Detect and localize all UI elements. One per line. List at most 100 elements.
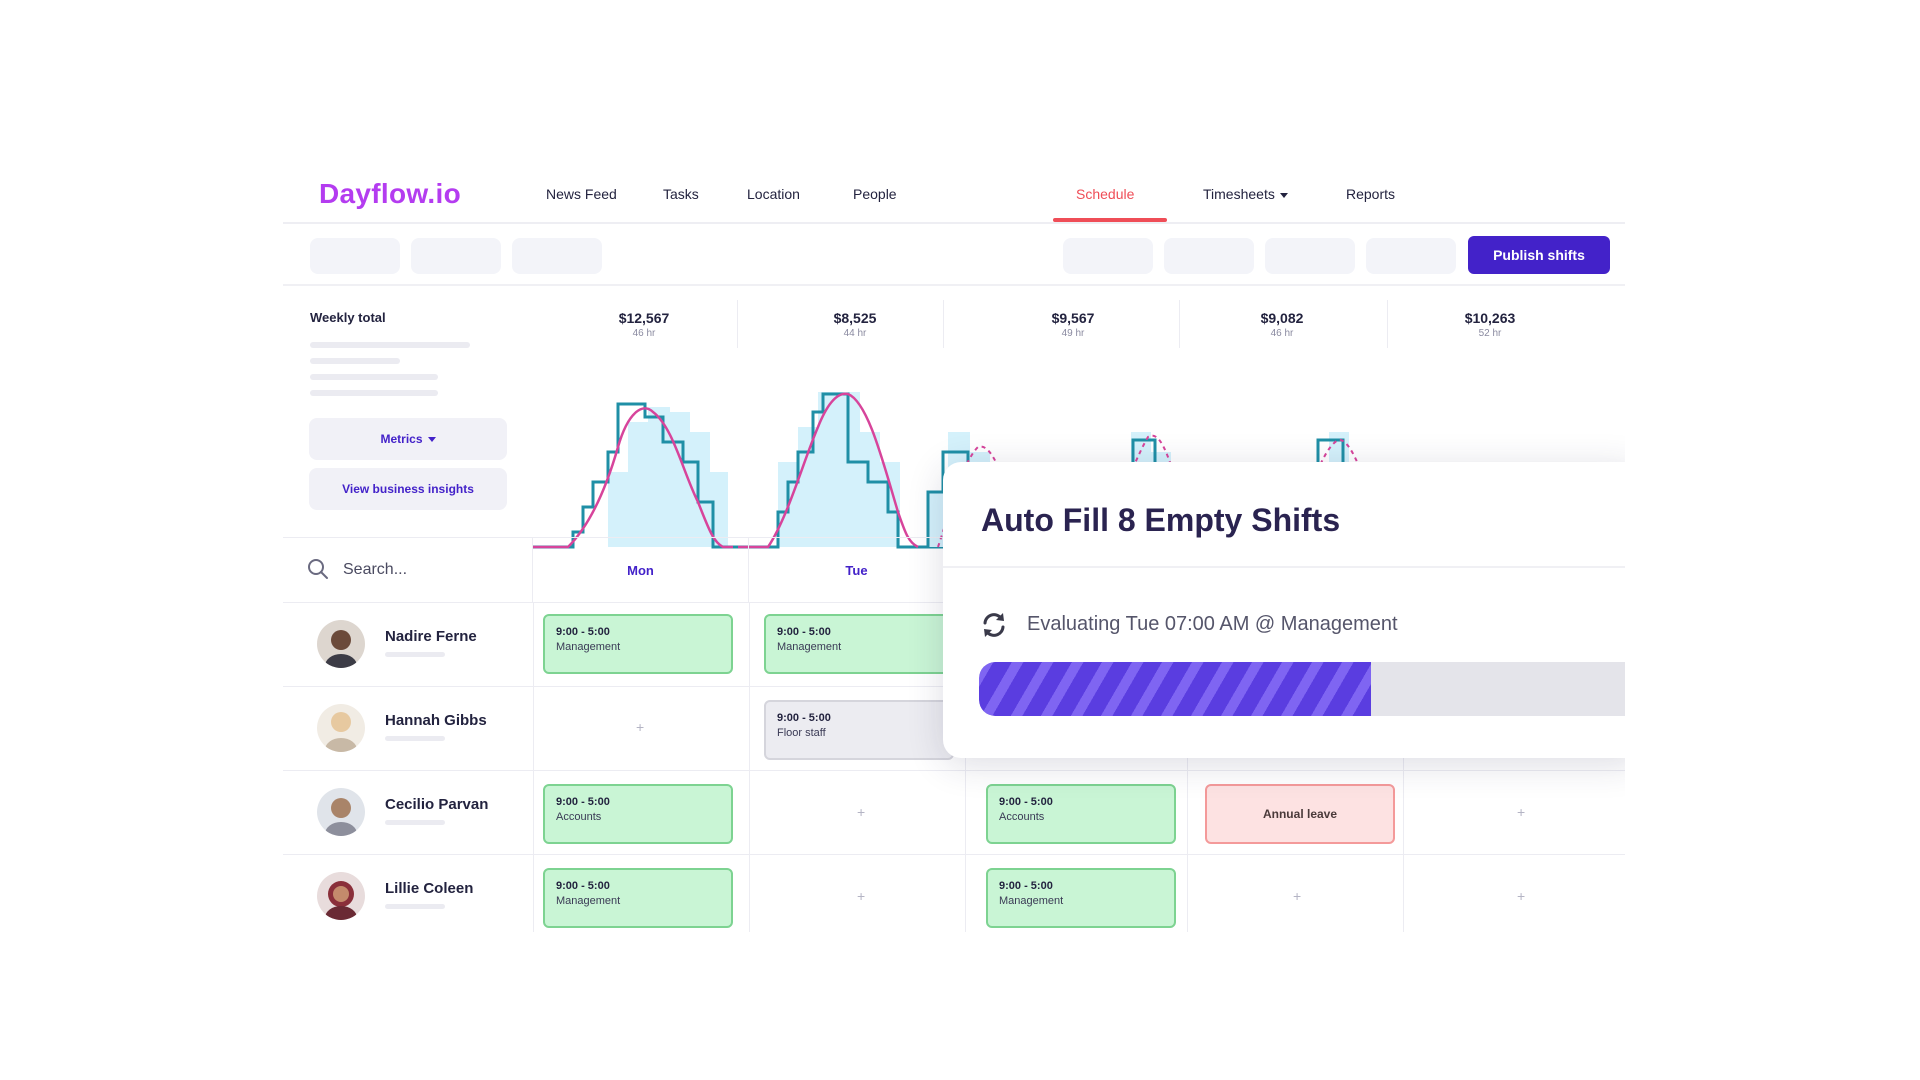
- employee-name: Lillie Coleen: [385, 880, 474, 897]
- app-logo[interactable]: Dayflow.io: [319, 178, 461, 210]
- placeholder-line: [310, 358, 400, 364]
- demand-bar: [840, 392, 860, 547]
- nav-people[interactable]: People: [853, 186, 897, 202]
- employee-name: Nadire Ferne: [385, 628, 477, 645]
- toolbar-button-6[interactable]: [1265, 238, 1355, 274]
- toolbar: Publish shifts: [283, 224, 1625, 286]
- day-hours: 46 hr: [632, 328, 656, 339]
- shift-card[interactable]: 9:00 - 5:00 Management: [986, 868, 1176, 928]
- nav-location[interactable]: Location: [747, 186, 800, 202]
- nav-schedule[interactable]: Schedule: [1076, 186, 1134, 202]
- chevron-down-icon: [1279, 192, 1288, 198]
- toolbar-button-1[interactable]: [310, 238, 400, 274]
- search-icon: [308, 559, 328, 579]
- day-hours: 44 hr: [843, 328, 867, 339]
- day-amount: $9,082: [1260, 310, 1304, 326]
- shift-role: Accounts: [556, 811, 602, 823]
- employee-row[interactable]: Hannah Gibbs: [283, 686, 533, 770]
- demand-bar: [798, 427, 818, 547]
- day-hours: 49 hr: [1061, 328, 1085, 339]
- placeholder-line: [385, 652, 445, 657]
- auto-fill-modal: Auto Fill 8 Empty Shifts Evaluating Tue …: [943, 462, 1625, 758]
- employee-row[interactable]: Cecilio Parvan: [283, 770, 533, 854]
- avatar: [317, 872, 365, 920]
- shift-role: Floor staff: [777, 727, 826, 739]
- day-stat-mon: $12,567 46 hr: [574, 310, 714, 339]
- shift-time: 9:00 - 5:00: [556, 626, 610, 638]
- toolbar-button-4[interactable]: [1063, 238, 1153, 274]
- plus-icon[interactable]: +: [636, 719, 644, 735]
- plus-icon[interactable]: +: [857, 804, 865, 820]
- shift-time: 9:00 - 5:00: [556, 880, 610, 892]
- divider: [737, 300, 738, 348]
- shift-card[interactable]: 9:00 - 5:00 Floor staff: [764, 700, 954, 760]
- demand-bar: [608, 472, 628, 547]
- shift-card[interactable]: 9:00 - 5:00 Management: [543, 868, 733, 928]
- day-stat-thu: $9,082 46 hr: [1212, 310, 1352, 339]
- shift-role: Management: [999, 895, 1064, 907]
- nav-timesheets-label: Timesheets: [1203, 186, 1275, 202]
- shift-card[interactable]: 9:00 - 5:00 Management: [764, 614, 954, 674]
- avatar: [317, 788, 365, 836]
- publish-shifts-button[interactable]: Publish shifts: [1468, 236, 1610, 274]
- shift-role: Accounts: [999, 811, 1045, 823]
- modal-title: Auto Fill 8 Empty Shifts: [981, 502, 1341, 538]
- placeholder-line: [385, 736, 445, 741]
- shift-time: 9:00 - 5:00: [556, 796, 610, 808]
- day-header-mon[interactable]: Mon: [533, 538, 749, 602]
- sync-icon: [983, 613, 1005, 637]
- toolbar-button-2[interactable]: [411, 238, 501, 274]
- toolbar-button-7[interactable]: [1366, 238, 1456, 274]
- mon-curve: [533, 402, 733, 549]
- day-stat-fri: $10,263 52 hr: [1420, 310, 1560, 339]
- divider: [943, 566, 1625, 568]
- shift-card[interactable]: 9:00 - 5:00 Management: [543, 614, 733, 674]
- nav-tasks[interactable]: Tasks: [663, 186, 699, 202]
- toolbar-button-3[interactable]: [512, 238, 602, 274]
- shift-card[interactable]: 9:00 - 5:00 Accounts: [543, 784, 733, 844]
- plus-icon[interactable]: +: [1517, 888, 1525, 904]
- divider: [943, 300, 944, 348]
- toolbar-button-5[interactable]: [1164, 238, 1254, 274]
- placeholder-line: [310, 390, 438, 396]
- top-navigation: Dayflow.io News Feed Tasks Location Peop…: [283, 162, 1625, 224]
- plus-icon[interactable]: +: [1517, 804, 1525, 820]
- grid-divider: [749, 602, 750, 932]
- day-stat-tue: $8,525 44 hr: [785, 310, 925, 339]
- day-header-tue[interactable]: Tue: [749, 538, 965, 602]
- shift-role: Management: [556, 895, 621, 907]
- view-insights-button[interactable]: View business insights: [309, 468, 507, 510]
- employee-row[interactable]: Nadire Ferne: [283, 602, 533, 686]
- day-amount: $9,567: [1051, 310, 1095, 326]
- plus-icon[interactable]: +: [857, 888, 865, 904]
- nav-reports[interactable]: Reports: [1346, 186, 1395, 202]
- annual-leave-card[interactable]: Annual leave: [1205, 784, 1395, 844]
- employee-row[interactable]: Lillie Coleen: [283, 854, 533, 932]
- avatar: [317, 704, 365, 752]
- shift-time: 9:00 - 5:00: [777, 712, 831, 724]
- plus-icon[interactable]: +: [1293, 888, 1301, 904]
- divider: [1387, 300, 1388, 348]
- day-hours: 52 hr: [1478, 328, 1502, 339]
- avatar: [317, 620, 365, 668]
- scheduler-app: Dayflow.io News Feed Tasks Location Peop…: [283, 162, 1625, 932]
- nav-news-feed[interactable]: News Feed: [546, 186, 617, 202]
- tue-curve: [733, 392, 943, 549]
- search-input[interactable]: [343, 558, 513, 582]
- demand-bar: [860, 432, 880, 547]
- search-area: [283, 538, 533, 602]
- evaluation-status: Evaluating Tue 07:00 AM @ Management: [1027, 613, 1398, 635]
- shift-time: 9:00 - 5:00: [999, 796, 1053, 808]
- day-stat-wed: $9,567 49 hr: [1003, 310, 1143, 339]
- day-amount: $8,525: [833, 310, 877, 326]
- metrics-button-label: Metrics: [380, 432, 423, 446]
- nav-timesheets[interactable]: Timesheets: [1203, 186, 1288, 202]
- shift-card[interactable]: 9:00 - 5:00 Accounts: [986, 784, 1176, 844]
- shift-time: 9:00 - 5:00: [999, 880, 1053, 892]
- placeholder-line: [385, 820, 445, 825]
- day-amount: $12,567: [618, 310, 670, 326]
- shift-role: Management: [777, 641, 842, 653]
- placeholder-line: [385, 904, 445, 909]
- metrics-dropdown-button[interactable]: Metrics: [309, 418, 507, 460]
- progress-fill: [979, 662, 1371, 716]
